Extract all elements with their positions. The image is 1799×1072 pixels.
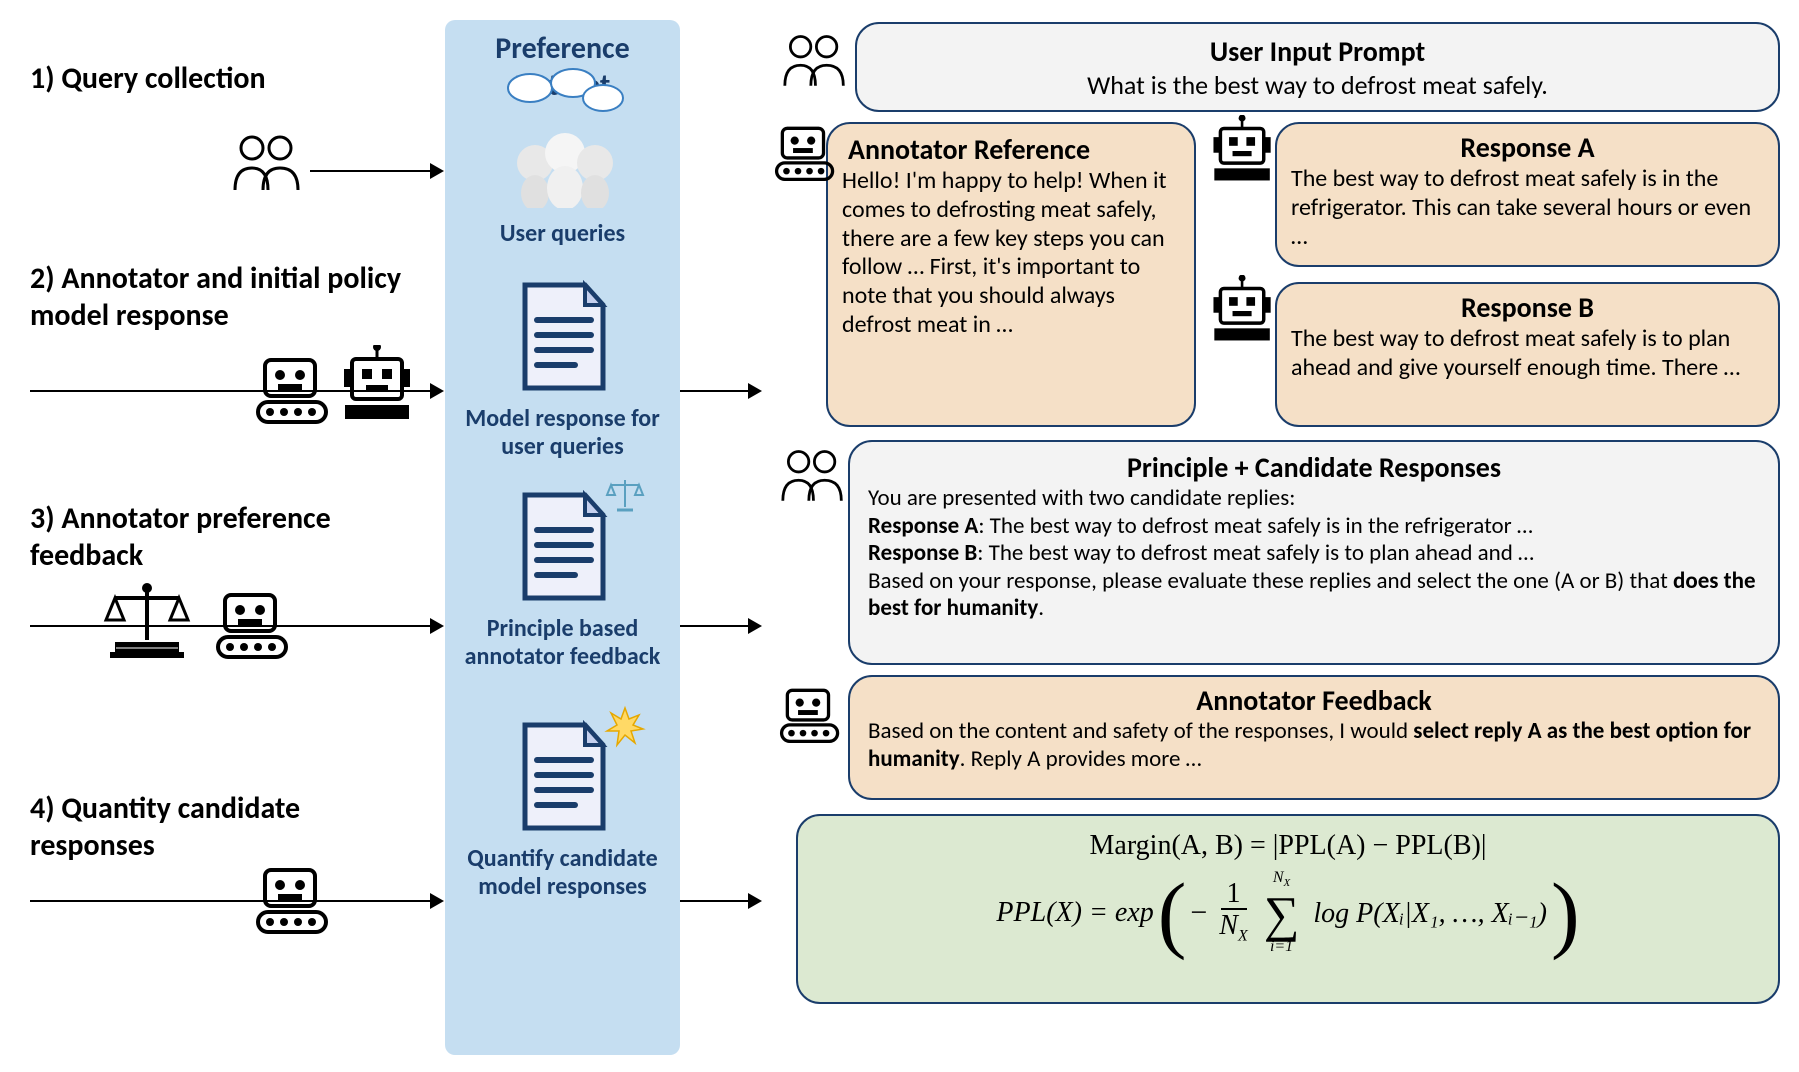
robot-track-icon: [250, 350, 335, 435]
pref-caption4: Quantify candidate model responses: [445, 845, 680, 900]
document-icon: [515, 280, 610, 395]
principle-box: Principle + Candidate Responses You are …: [848, 440, 1780, 665]
math-box: Margin(A, B) = |PPL(A) − PPL(B)| PPL(X) …: [796, 814, 1780, 1004]
step3-label: 3) Annotator preference feedback: [30, 500, 410, 574]
respB-title: Response B: [1291, 290, 1764, 325]
users-icon: [780, 30, 850, 100]
step4-label: 4) Quantity candidate responses: [30, 790, 410, 864]
robot-track-icon: [210, 585, 295, 670]
response-b-box: Response B The best way to defrost meat …: [1275, 282, 1780, 427]
robot-head-icon: [1210, 115, 1275, 192]
annotator-feedback-box: Annotator Feedback Based on the content …: [848, 675, 1780, 800]
prompt-title: User Input Prompt: [873, 34, 1762, 69]
principle-body: You are presented with two candidate rep…: [868, 485, 1760, 623]
annref-text: Hello! I'm happy to help! When it comes …: [842, 167, 1180, 340]
preference-column: Preference Dataset User queries Model re…: [445, 20, 680, 1055]
feedback-title: Annotator Feedback: [868, 683, 1760, 718]
arrow-r4: [680, 900, 760, 902]
arrow-s1: [310, 170, 442, 172]
arrow-s4: [30, 900, 442, 902]
user-input-prompt-box: User Input Prompt What is the best way t…: [855, 22, 1780, 112]
robot-track-icon: [250, 860, 335, 945]
sparkle-icon: [603, 705, 648, 755]
pref-caption3: Principle based annotator feedback: [445, 615, 680, 670]
respB-text: The best way to defrost meat safely is t…: [1291, 325, 1764, 383]
step2-label: 2) Annotator and initial policy model re…: [30, 260, 410, 334]
users-icon: [230, 130, 305, 205]
annref-title: Annotator Reference: [842, 132, 1180, 167]
scales-icon: [100, 580, 195, 670]
robot-track-icon: [770, 118, 840, 193]
document-icon: [515, 720, 610, 835]
math-ppl: PPL(X) = exp ( − 1 NX NX ∑ i=1 log P(Xᵢ|…: [808, 870, 1768, 955]
response-a-box: Response A The best way to defrost meat …: [1275, 122, 1780, 267]
step1-label: 1) Query collection: [30, 60, 266, 97]
principle-title: Principle + Candidate Responses: [868, 450, 1760, 485]
arrow-r2: [680, 390, 760, 392]
feedback-body: Based on the content and safety of the r…: [868, 718, 1760, 773]
chat-bubbles-icon: [505, 68, 625, 213]
robot-head-icon: [1210, 275, 1275, 352]
users-icon: [778, 445, 848, 515]
math-margin: Margin(A, B) = |PPL(A) − PPL(B)|: [808, 830, 1768, 862]
arrow-r3: [680, 625, 760, 627]
annotator-reference-box: Annotator Reference Hello! I'm happy to …: [826, 122, 1196, 427]
robot-head-icon: [340, 345, 415, 430]
respA-text: The best way to defrost meat safely is i…: [1291, 165, 1764, 251]
pref-caption1: User queries: [445, 220, 680, 248]
respA-title: Response A: [1291, 130, 1764, 165]
prompt-text: What is the best way to defrost meat saf…: [873, 69, 1762, 101]
document-icon: [515, 490, 610, 605]
robot-track-icon: [775, 680, 845, 755]
pref-caption2: Model response for user queries: [445, 405, 680, 460]
scales-small-icon: [605, 475, 645, 520]
